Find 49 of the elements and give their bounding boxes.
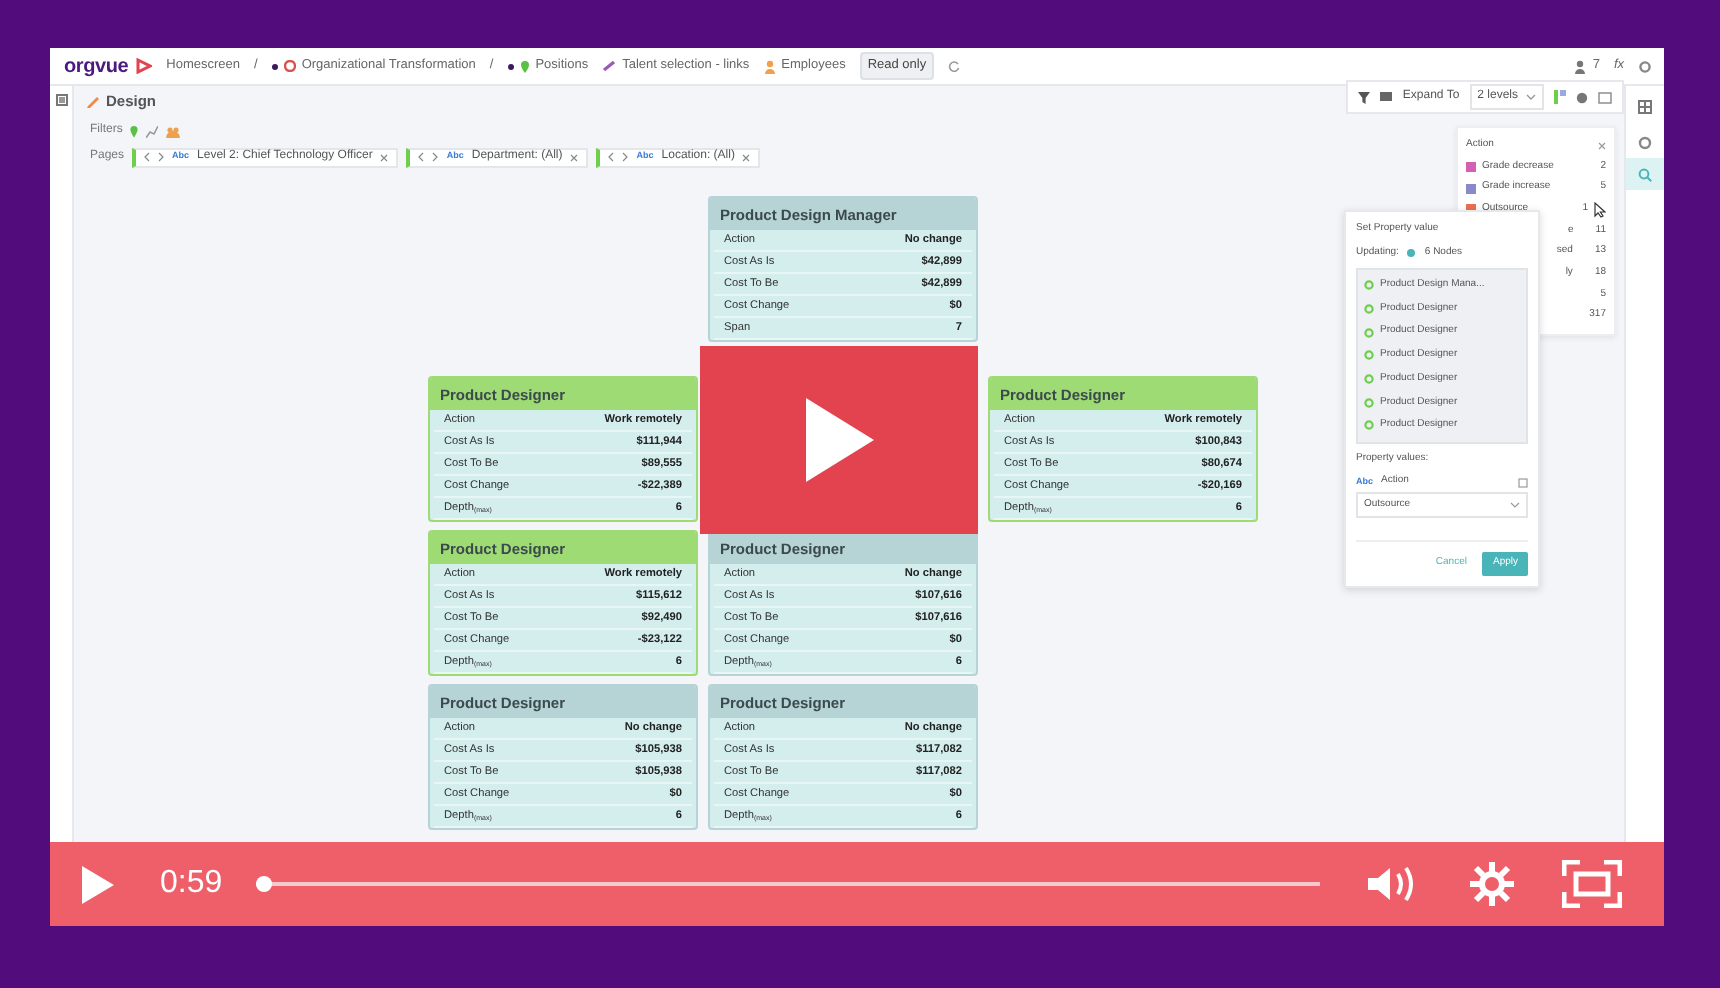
ring-icon — [1364, 420, 1374, 431]
chevron-right-icon[interactable] — [622, 152, 629, 162]
chevron-left-icon[interactable] — [608, 152, 615, 162]
play-icon[interactable] — [82, 865, 114, 903]
play-overlay-button[interactable] — [700, 346, 978, 534]
chevron-right-icon[interactable] — [158, 152, 165, 162]
chevron-right-icon[interactable] — [432, 152, 439, 162]
search-icon[interactable] — [1638, 167, 1652, 181]
dataset-icon — [283, 60, 296, 72]
video-time: 0:59 — [160, 864, 223, 904]
node-icon — [1406, 247, 1417, 258]
cursor-icon — [1594, 201, 1606, 218]
dot-icon — [507, 63, 514, 69]
close-icon[interactable] — [570, 153, 579, 161]
filter-icon[interactable] — [1358, 91, 1371, 103]
close-icon[interactable] — [742, 153, 751, 161]
ring-icon — [1364, 397, 1374, 408]
copy-icon[interactable] — [1518, 477, 1528, 488]
link-icon — [602, 60, 617, 72]
panel-icon[interactable] — [55, 94, 67, 106]
ring-icon — [1364, 280, 1374, 291]
progress-thumb[interactable] — [256, 876, 273, 892]
ring-icon — [1364, 327, 1374, 338]
chevron-left-icon[interactable] — [144, 152, 151, 162]
dot-icon — [271, 63, 278, 69]
logo-text[interactable]: orgvue — [64, 51, 129, 81]
pin-icon[interactable] — [130, 125, 139, 137]
progress-track[interactable] — [256, 876, 1321, 892]
grid-icon[interactable] — [1638, 99, 1652, 113]
people-icon[interactable] — [166, 125, 181, 137]
layout-icon[interactable] — [1554, 90, 1566, 104]
pin-icon — [519, 59, 530, 73]
users-icon[interactable] — [1574, 59, 1587, 73]
caret-icon — [1510, 502, 1520, 509]
pencil-icon — [86, 94, 100, 108]
refresh-icon[interactable] — [948, 60, 961, 72]
caret-icon — [1526, 94, 1536, 100]
logo-icon[interactable] — [136, 58, 153, 74]
play-icon — [805, 398, 873, 482]
close-icon[interactable] — [1598, 141, 1606, 149]
fullscreen-icon[interactable] — [1562, 860, 1623, 908]
close-icon[interactable] — [380, 153, 389, 161]
volume-icon[interactable] — [1368, 864, 1417, 904]
person-icon — [763, 59, 776, 73]
ring-icon — [1364, 304, 1374, 315]
chart-icon[interactable] — [146, 125, 159, 137]
ring-icon — [1364, 350, 1374, 361]
ring-icon — [1364, 374, 1374, 385]
chevron-left-icon[interactable] — [418, 152, 425, 162]
